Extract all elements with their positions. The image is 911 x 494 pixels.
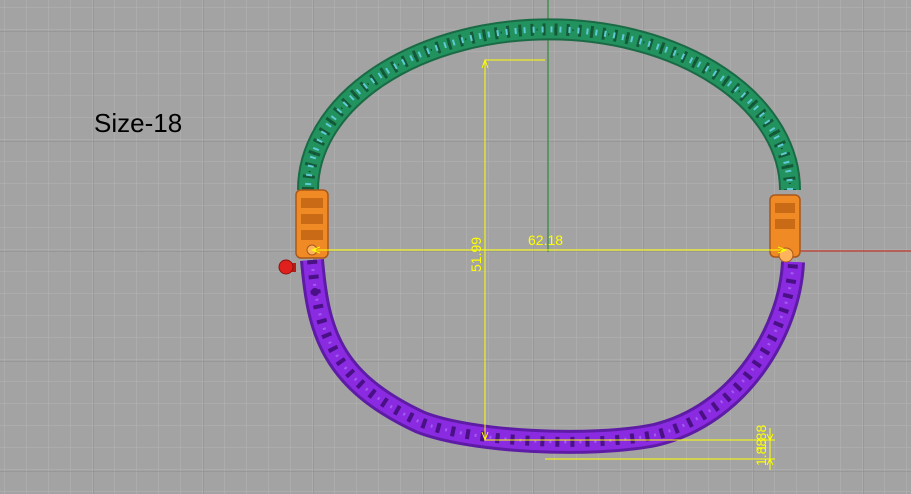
viewport-canvas[interactable]: 62.18 51.99 1.88 1.88 <box>0 0 911 494</box>
size-label: Size-18 <box>94 108 183 138</box>
modeling-viewport[interactable]: 62.18 51.99 1.88 1.88 Size-18 <box>0 0 911 494</box>
lock-pin-icon <box>311 288 319 296</box>
hinge-left[interactable] <box>295 189 329 259</box>
hinge-right[interactable] <box>769 194 801 263</box>
height-dimension-value: 51.99 <box>468 237 484 272</box>
width-dimension-value: 62.18 <box>528 232 563 248</box>
thickness-dimension-value-2: 1.88 <box>753 439 769 466</box>
